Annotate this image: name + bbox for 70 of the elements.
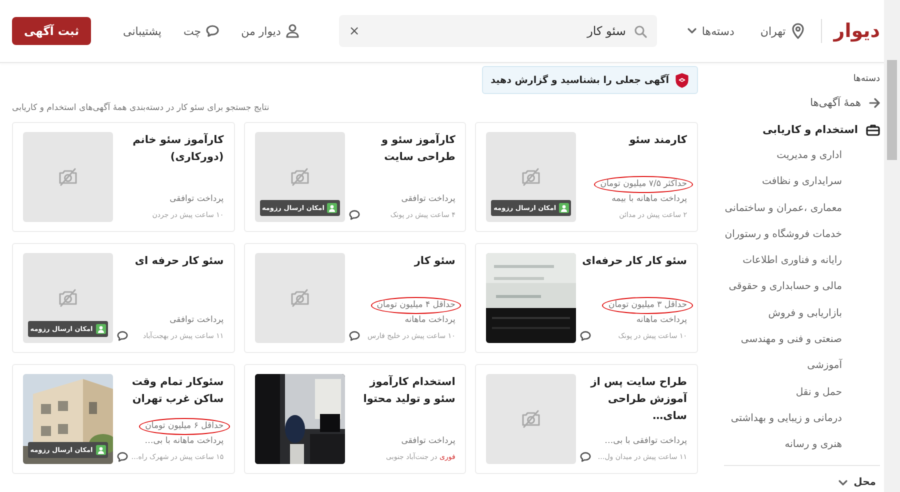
- search-icon: [634, 24, 647, 38]
- ad-title: سئو کار: [413, 254, 456, 269]
- subcategory-link[interactable]: رایانه و فناوری اطلاعات: [724, 248, 880, 274]
- header-link[interactable]: دیوار من: [237, 20, 303, 42]
- ad-title: استخدام کارآموز سئو و تولید محتوا: [362, 374, 456, 407]
- post-ad-button[interactable]: ثبت آگهی: [12, 17, 92, 45]
- categories-button[interactable]: دسته‌ها: [682, 20, 738, 42]
- camera-off-icon: [57, 167, 79, 187]
- ad-payment: پرداخت توافقی: [400, 435, 456, 448]
- subcategory-link[interactable]: درمانی و زیبایی و بهداشتی: [724, 406, 880, 432]
- header-link[interactable]: چت: [179, 20, 224, 42]
- ad-title: کارمند سئو: [628, 133, 687, 148]
- subcategory-link[interactable]: صنعتی و فنی و مهندسی: [724, 327, 880, 354]
- ad-title: طراح سایت پس از آموزش طراحی سای…: [589, 375, 687, 424]
- chat-bubble-icon: [206, 25, 220, 37]
- subcategory-link[interactable]: حمل و نقل: [724, 380, 880, 406]
- ad-payment: پرداخت توافقی: [168, 314, 224, 327]
- ad-payment: پرداخت توافقی: [400, 193, 456, 206]
- ad-title: کارآموز سئو خانم (دورکاری): [132, 132, 224, 165]
- clear-button[interactable]: ×: [348, 24, 360, 38]
- chevron-icon: [838, 478, 848, 487]
- location-filter[interactable]: محل: [834, 476, 880, 490]
- circled-salary: حداقل ۳ میلیون تومان: [602, 297, 693, 314]
- subcategory-link[interactable]: هنری و رسانه: [724, 432, 880, 459]
- subcategory-link[interactable]: بازاریابی و فروش: [724, 300, 880, 328]
- user-badge-icon: [559, 203, 570, 213]
- camera-off-icon: [57, 288, 79, 308]
- user-badge-icon: [96, 445, 106, 455]
- sidebar-heading: دسته‌ها: [852, 73, 880, 86]
- ad-title: سئوکار تمام وقت ساکن غرب تهران: [130, 375, 224, 407]
- subcategory-link[interactable]: آموزشی: [724, 353, 880, 380]
- camera-off-icon: [288, 167, 311, 187]
- arrow-icon: [869, 98, 880, 108]
- shield-icon: [675, 72, 689, 88]
- all-ads-link[interactable]: همهٔ آگهی‌ها: [724, 89, 880, 116]
- scrollbar[interactable]: [884, 0, 900, 492]
- subcategory-link[interactable]: خدمات فروشگاه و رستوران: [724, 222, 880, 248]
- notice-banner[interactable]: آگهی جعلی را بشناسید و گزارش دهید: [482, 66, 698, 94]
- ad-payment: پرداخت ماهانه: [635, 314, 687, 327]
- subcategory-link[interactable]: مالی و حسابداری و حقوقی: [724, 274, 880, 301]
- pin-icon: [790, 23, 805, 39]
- camera-off-icon: [520, 167, 542, 187]
- ad-payment: پرداخت ماهانه با بی…: [144, 435, 224, 448]
- ad-payment: پرداخت توافقی با بی…: [604, 435, 687, 448]
- subcategory-link[interactable]: معماری ،عمران و ساختمانی: [724, 196, 880, 222]
- scrollbar-thumb[interactable]: [887, 60, 897, 160]
- user-icon: [286, 24, 299, 38]
- circled-salary: حداقل ۴ میلیون تومان: [370, 297, 462, 314]
- logo[interactable]: دیوار: [834, 20, 880, 42]
- ad-payment: پرداخت ماهانه: [404, 314, 456, 327]
- header-link[interactable]: پشتیبانی: [119, 20, 166, 42]
- city-button[interactable]: تهران: [756, 19, 809, 43]
- search-field[interactable]: سئو کار ×: [338, 15, 657, 47]
- ad-payment: پرداخت ماهانه با بیمه: [610, 193, 687, 206]
- ad-payment: پرداخت توافقی: [168, 193, 224, 206]
- circled-salary: حداکثر ۷/۵ میلیون تومان: [594, 176, 693, 193]
- category-link[interactable]: استخدام و کاریابی: [724, 116, 880, 143]
- user-badge-icon: [96, 324, 106, 334]
- camera-off-icon: [520, 409, 542, 429]
- camera-off-icon: [288, 288, 311, 308]
- briefcase-icon: [866, 124, 880, 136]
- user-badge-icon: [327, 203, 338, 213]
- ad-title: کارآموز سئو و طراحی سایت: [380, 132, 456, 165]
- circled-salary: حداقل ۶ میلیون تومان: [139, 418, 230, 435]
- ad-title: سئو کار حرفه ای: [134, 254, 224, 269]
- ad-title: سئو کار کار حرفه‌ای: [581, 254, 687, 269]
- subcategory-link[interactable]: اداری و مدیریت: [724, 143, 880, 170]
- subcategory-link[interactable]: سرایداری و نظافت: [724, 169, 880, 196]
- chevron-icon: [686, 27, 697, 35]
- results-text: نتایج جستجو برای سئو کار در دسته‌بندی همهٔ آگهی‌های استخدام و کاریابی: [12, 101, 270, 115]
